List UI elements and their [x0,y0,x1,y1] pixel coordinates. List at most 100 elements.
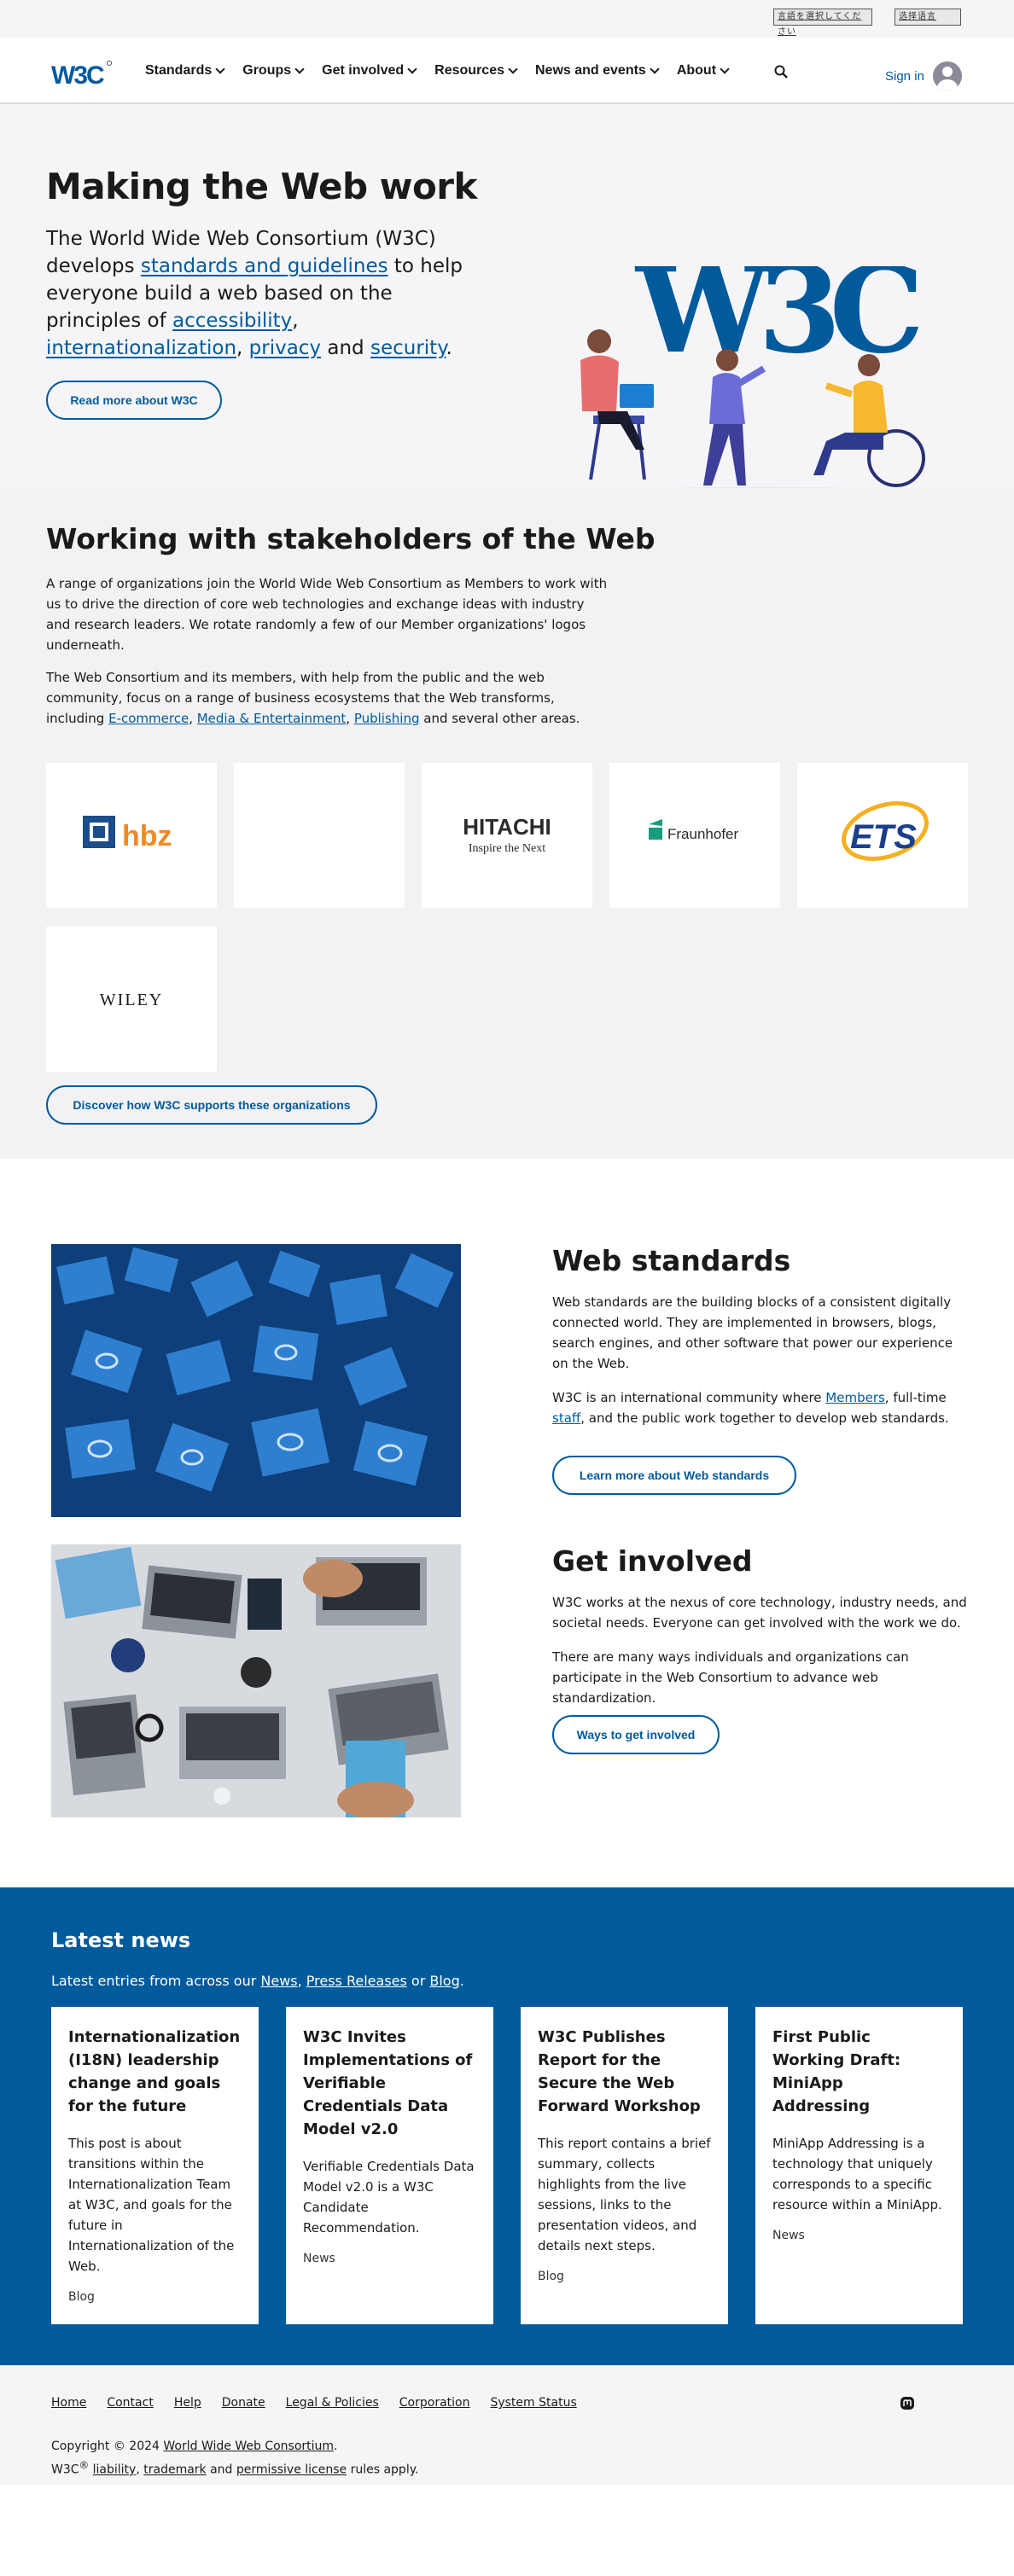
svg-text:Fraunhofer: Fraunhofer [667,826,738,842]
stakeholders-paragraph: A range of organizations join the World … [46,576,608,653]
news-card[interactable]: W3C Invites Implementations of Verifiabl… [286,2007,493,2324]
page: 言語を選択してください 选择语言 W3C Standards Groups Ge… [0,0,1014,2485]
news-card-title[interactable]: First Public Working Draft: MiniApp Addr… [772,2026,946,2118]
news-intro-text: . [459,1973,464,1989]
w3c-logo[interactable]: W3C [51,58,113,89]
ways-to-get-involved-button[interactable]: Ways to get involved [552,1715,720,1754]
member-logo-hitachi[interactable]: HITACHI Inspire the Next [422,763,592,908]
stakeholders-text: and several other areas. [419,711,580,726]
svg-text:HITACHI: HITACHI [463,814,551,840]
link-trademark[interactable]: trademark [143,2463,206,2477]
footer-link-corporation[interactable]: Corporation [399,2396,470,2410]
link-standards-guidelines[interactable]: standards and guidelines [141,255,388,277]
registered-mark: ® [79,2459,90,2471]
hero-lead-text: and [321,337,370,359]
link-ecommerce[interactable]: E-commerce [108,711,189,726]
news-card-category: News [303,2252,335,2265]
hero-lead-text: , [292,310,299,332]
link-publishing[interactable]: Publishing [354,711,420,726]
news-card-title[interactable]: W3C Publishes Report for the Secure the … [538,2026,711,2118]
link-media-entertainment[interactable]: Media & Entertainment [197,711,347,726]
web-standards-paragraph: W3C is an international community where … [552,1387,970,1428]
copyright-text: Copyright © 2024 [51,2439,164,2453]
chevron-down-icon [720,64,730,74]
copyright-text: . [334,2439,338,2453]
news-card[interactable]: First Public Working Draft: MiniApp Addr… [755,2007,963,2324]
footer-link-contact[interactable]: Contact [107,2396,153,2410]
mastodon-icon[interactable] [900,2396,915,2411]
svg-text:hbz: hbz [122,820,172,852]
link-internationalization[interactable]: internationalization [46,337,236,359]
member-logo-fraunhofer[interactable]: Fraunhofer [609,763,780,908]
user-avatar-icon [932,61,962,90]
discover-organizations-button[interactable]: Discover how W3C supports these organiza… [46,1085,377,1125]
chevron-down-icon [294,64,305,74]
news-card-category: News [772,2229,805,2242]
link-accessibility[interactable]: accessibility [172,310,292,332]
nav-groups[interactable]: Groups [242,63,305,79]
get-involved-paragraph: There are many ways individuals and orga… [552,1649,909,1706]
footer-links: Home Contact Help Donate Legal & Policie… [51,2396,577,2410]
link-permissive-license[interactable]: permissive license [236,2463,347,2477]
link-staff[interactable]: staff [552,1410,580,1426]
nav-resources-label: Resources [434,63,504,78]
search-icon[interactable] [774,65,788,79]
link-privacy[interactable]: privacy [249,337,321,359]
nav-news-events-label: News and events [535,63,646,78]
chevron-down-icon [215,64,225,74]
hbz-logo: hbz [83,816,172,852]
nav-about-label: About [676,63,717,78]
news-card-title[interactable]: Internationalization (I18N) leadership c… [68,2026,242,2118]
nav-standards[interactable]: Standards [145,63,225,79]
nav-about[interactable]: About [676,63,730,79]
nav-resources[interactable]: Resources [434,63,518,79]
link-blog[interactable]: Blog [429,1973,459,1989]
hero-lead-text: . [446,337,452,359]
language-link-japanese[interactable]: 言語を選択してください [773,9,872,37]
news-card-category: Blog [68,2290,95,2304]
link-members[interactable]: Members [825,1390,885,1405]
latest-news-section: Latest news Latest entries from across o… [0,1887,1014,2365]
news-card[interactable]: W3C Publishes Report for the Secure the … [521,2007,728,2324]
nav-get-involved-label: Get involved [322,63,405,78]
main-navigation: W3C Standards Groups Get involved Resour… [0,38,1014,104]
hero-lead: The World Wide Web Consortium (W3C) deve… [46,225,490,362]
hero-lead-text: , [236,337,249,359]
web-standards-section: Web standards Web standards are the buil… [0,1159,1014,1526]
footer-link-system-status[interactable]: System Status [490,2396,576,2410]
news-card[interactable]: Internationalization (I18N) leadership c… [51,2007,259,2324]
sign-in-link[interactable]: Sign in [885,61,962,90]
news-card-title[interactable]: W3C Invites Implementations of Verifiabl… [303,2026,476,2141]
copyright-line: Copyright © 2024 World Wide Web Consorti… [51,2437,418,2456]
nav-get-involved[interactable]: Get involved [322,63,417,79]
nav-standards-label: Standards [145,63,213,78]
footer-link-legal-policies[interactable]: Legal & Policies [286,2396,379,2410]
member-logo-hbz[interactable]: hbz [46,763,217,908]
footer-link-help[interactable]: Help [174,2396,201,2410]
member-logo-blank[interactable] [234,763,405,908]
news-intro-text: or [406,1973,430,1989]
nav-menu: Standards Groups Get involved Resources … [145,38,730,104]
member-logo-wiley[interactable]: WILEY [46,927,217,1072]
license-text: and [206,2463,236,2477]
member-logo-ets[interactable]: ETS [797,763,968,908]
link-security[interactable]: security [370,337,446,359]
read-more-about-w3c-button[interactable]: Read more about W3C [46,381,222,420]
learn-more-web-standards-button[interactable]: Learn more about Web standards [552,1456,796,1495]
link-world-wide-web-consortium[interactable]: World Wide Web Consortium [163,2439,334,2453]
link-press-releases[interactable]: Press Releases [306,1973,407,1989]
latest-news-intro: Latest entries from across our News, Pre… [51,1973,464,1989]
web-standards-text: , full-time [884,1390,947,1405]
footer-link-home[interactable]: Home [51,2396,86,2410]
sign-in-label: Sign in [885,68,924,84]
site-footer: Home Contact Help Donate Legal & Policie… [0,2365,1014,2485]
link-liability[interactable]: liability [93,2463,137,2477]
nav-news-events[interactable]: News and events [535,63,660,79]
footer-link-donate[interactable]: Donate [222,2396,265,2410]
fraunhofer-logo: Fraunhofer [649,819,738,842]
language-link-chinese[interactable]: 选择语言 [895,9,961,26]
chevron-down-icon [508,64,518,74]
hero-section: Making the Web work The World Wide Web C… [0,104,1014,497]
link-news[interactable]: News [260,1973,297,1989]
web-standards-paragraph: Web standards are the building blocks of… [552,1294,953,1371]
